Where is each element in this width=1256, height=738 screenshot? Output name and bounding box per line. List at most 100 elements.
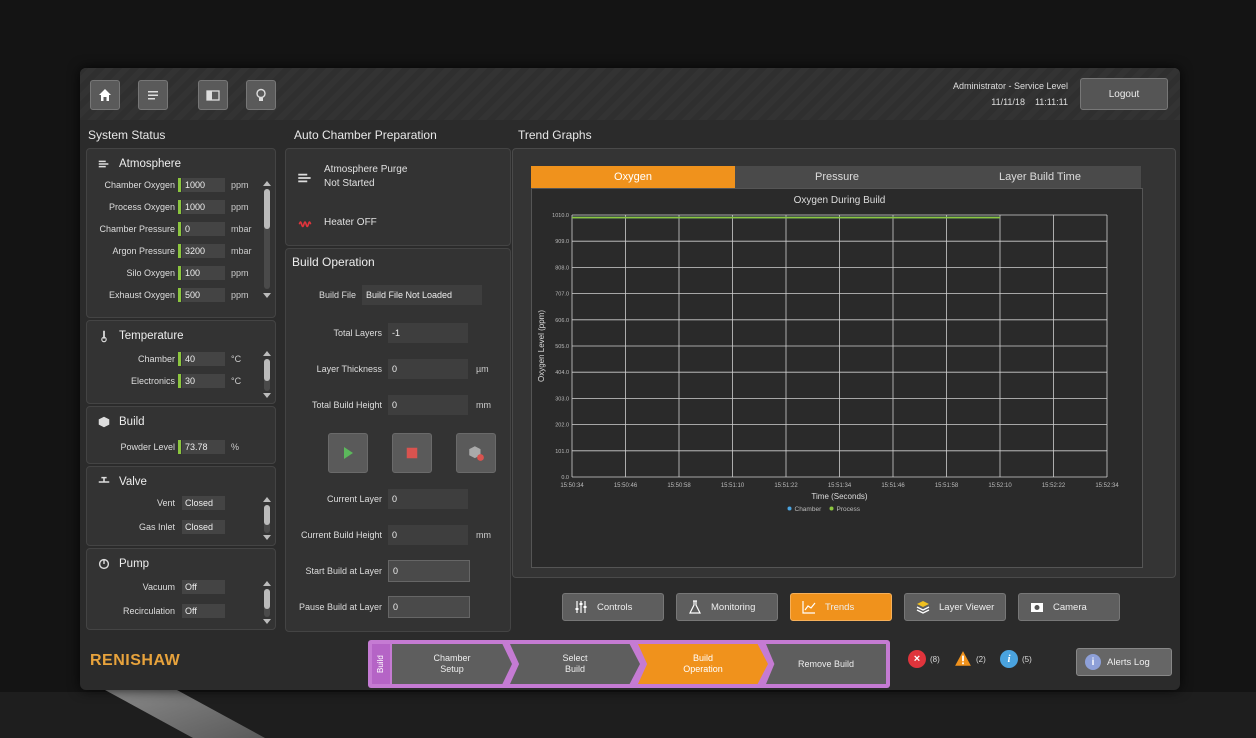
x-tick-label: 15:50:46 bbox=[614, 483, 638, 489]
y-tick-label: 404.0 bbox=[555, 370, 569, 376]
home-button[interactable] bbox=[90, 80, 120, 110]
status-row: Argon Pressure 3200 mbar bbox=[112, 244, 252, 258]
tab-layer-build-time[interactable]: Layer Build Time bbox=[939, 166, 1142, 188]
scroll-down-icon[interactable] bbox=[263, 619, 271, 624]
trends-button[interactable]: Trends bbox=[790, 593, 892, 621]
atmosphere-icon bbox=[98, 160, 109, 168]
scroll-up-icon[interactable] bbox=[263, 497, 271, 502]
controls-button[interactable]: Controls bbox=[562, 593, 664, 621]
scroll-down-icon[interactable] bbox=[263, 535, 271, 540]
info-count[interactable]: i (5) bbox=[1000, 650, 1032, 668]
purge-status: Not Started bbox=[324, 178, 375, 189]
purge-label: Atmosphere Purge bbox=[324, 164, 408, 175]
total-build-height-field: 0 bbox=[388, 395, 468, 415]
x-tick-label: 15:51:10 bbox=[721, 483, 745, 489]
stop-icon bbox=[406, 447, 418, 459]
hmi-screen: Administrator - Service Level 11/11/18 1… bbox=[80, 68, 1180, 690]
warning-count[interactable]: (2) bbox=[954, 650, 986, 668]
status-row: Chamber Oxygen 1000 ppm bbox=[104, 178, 249, 192]
abort-build-button[interactable] bbox=[456, 433, 496, 473]
y-axis-label: Oxygen Level (ppm) bbox=[537, 310, 546, 382]
build-operation-title: Build Operation bbox=[292, 255, 375, 269]
total-layers-row: Total Layers -1 bbox=[286, 323, 468, 343]
start-layer-row: Start Build at Layer 0 bbox=[286, 560, 470, 582]
x-tick-label: 15:52:22 bbox=[1042, 483, 1066, 489]
error-count[interactable]: × (8) bbox=[908, 650, 940, 668]
pause-layer-input[interactable]: 0 bbox=[388, 596, 470, 618]
step-build-operation[interactable]: Build Operation bbox=[638, 644, 768, 684]
stop-button[interactable] bbox=[392, 433, 432, 473]
step-chamber-setup[interactable]: Chamber Setup bbox=[392, 644, 512, 684]
temperature-scrollbar[interactable] bbox=[264, 359, 270, 391]
current-layer-row: Current Layer 0 bbox=[286, 489, 468, 509]
scroll-up-icon[interactable] bbox=[263, 581, 271, 586]
status-row: Silo Oxygen 100 ppm bbox=[126, 266, 249, 280]
y-tick-label: 505.0 bbox=[555, 344, 569, 350]
step-select-build[interactable]: Select Build bbox=[510, 644, 640, 684]
layers-icon bbox=[916, 601, 930, 614]
pump-scrollbar[interactable] bbox=[264, 589, 270, 617]
scroll-down-icon[interactable] bbox=[263, 393, 271, 398]
valve-scrollbar[interactable] bbox=[264, 505, 270, 533]
legend-swatch-process bbox=[829, 506, 834, 511]
menu-icon bbox=[148, 91, 158, 100]
status-row: Process Oxygen 1000 ppm bbox=[108, 200, 249, 214]
current-layer-field: 0 bbox=[388, 489, 468, 509]
x-tick-label: 15:51:34 bbox=[828, 483, 852, 489]
scroll-up-icon[interactable] bbox=[263, 181, 271, 186]
pause-layer-row: Pause Build at Layer 0 bbox=[286, 596, 470, 618]
valve-title: Valve bbox=[97, 475, 147, 489]
y-tick-label: 707.0 bbox=[555, 292, 569, 298]
system-status-title: System Status bbox=[88, 128, 166, 142]
purge-icon bbox=[298, 173, 311, 183]
total-layers-field: -1 bbox=[388, 323, 468, 343]
x-axis-label: Time (Seconds) bbox=[811, 492, 868, 501]
temperature-section: Temperature Chamber 40 °C Electronics 30 °C bbox=[86, 320, 276, 404]
oxygen-chart: Oxygen During Build 0.0 101.0 202.0 303.0 404… bbox=[531, 188, 1143, 568]
tab-pressure[interactable]: Pressure bbox=[735, 166, 940, 188]
panel-icon bbox=[206, 90, 220, 101]
user-info: Administrator - Service Level 11/11/18 1… bbox=[953, 78, 1068, 110]
pump-icon bbox=[98, 558, 110, 570]
y-tick-label: 808.0 bbox=[555, 265, 569, 271]
trend-icon bbox=[802, 601, 816, 614]
status-row: Gas Inlet Closed bbox=[87, 519, 225, 535]
status-row: Electronics 30 °C bbox=[130, 374, 242, 388]
scroll-up-icon[interactable] bbox=[263, 351, 271, 356]
pump-title: Pump bbox=[97, 557, 149, 571]
status-row: Exhaust Oxygen 500 ppm bbox=[108, 288, 249, 302]
panel-button[interactable] bbox=[198, 80, 228, 110]
atmosphere-section: Atmosphere Chamber Oxygen 1000 ppm Process… bbox=[86, 148, 276, 318]
trend-graphs-panel: Oxygen Pressure Layer Build Time Oxygen … bbox=[512, 148, 1176, 578]
scroll-down-icon[interactable] bbox=[263, 293, 271, 298]
renishaw-logo: RENISHAW bbox=[90, 652, 181, 669]
lightbulb-button[interactable] bbox=[246, 80, 276, 110]
start-layer-input[interactable]: 0 bbox=[388, 560, 470, 582]
y-tick-label: 303.0 bbox=[555, 396, 569, 402]
error-icon: × bbox=[908, 650, 926, 668]
atmosphere-scrollbar[interactable] bbox=[264, 189, 270, 289]
build-file-field[interactable]: Build File Not Loaded bbox=[362, 285, 482, 305]
monitoring-button[interactable]: Monitoring bbox=[676, 593, 778, 621]
temperature-title: Temperature bbox=[97, 329, 184, 343]
camera-button[interactable]: Camera bbox=[1018, 593, 1120, 621]
menu-button[interactable] bbox=[138, 80, 168, 110]
current-date: 11/11/18 bbox=[991, 97, 1025, 107]
legend-swatch-chamber bbox=[787, 506, 792, 511]
layer-viewer-button[interactable]: Layer Viewer bbox=[904, 593, 1006, 621]
chart-svg: Oxygen During Build 0.0 101.0 202.0 303.0 404… bbox=[537, 195, 1119, 513]
x-tick-label: 15:51:46 bbox=[881, 483, 905, 489]
tab-oxygen[interactable]: Oxygen bbox=[531, 166, 736, 188]
alerts-log-button[interactable]: i Alerts Log bbox=[1076, 648, 1172, 676]
play-button[interactable] bbox=[328, 433, 368, 473]
x-tick-label: 15:50:58 bbox=[667, 483, 691, 489]
trend-graphs-title: Trend Graphs bbox=[518, 128, 592, 142]
home-icon bbox=[99, 89, 111, 101]
build-title: Build bbox=[97, 415, 145, 429]
camera-icon bbox=[1031, 603, 1043, 612]
y-tick-label: 606.0 bbox=[555, 318, 569, 324]
step-remove-build[interactable]: Remove Build bbox=[766, 644, 886, 684]
logout-button[interactable]: Logout bbox=[1080, 78, 1168, 110]
build-workflow: Build Chamber Setup Select Build Build O… bbox=[368, 640, 890, 688]
heater-status: Heater OFF bbox=[324, 217, 377, 228]
